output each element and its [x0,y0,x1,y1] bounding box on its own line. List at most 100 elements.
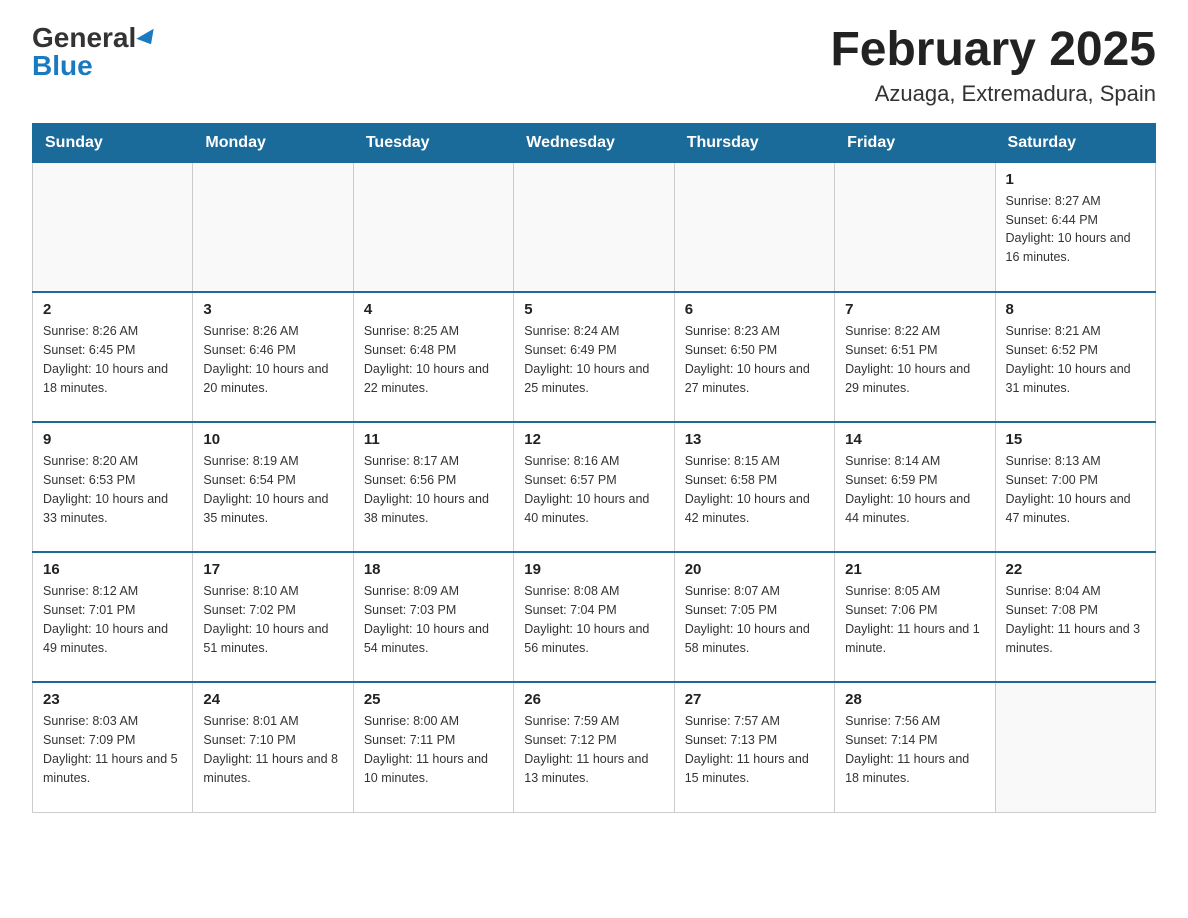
logo-blue: Blue [32,50,93,81]
calendar-week-row: 23Sunrise: 8:03 AMSunset: 7:09 PMDayligh… [33,682,1156,812]
weekday-header-tuesday: Tuesday [353,123,513,162]
calendar-week-row: 9Sunrise: 8:20 AMSunset: 6:53 PMDaylight… [33,422,1156,552]
calendar-title: February 2025 [830,24,1156,77]
weekday-header-monday: Monday [193,123,353,162]
day-info: Sunrise: 8:05 AMSunset: 7:06 PMDaylight:… [845,582,984,657]
day-number: 13 [685,431,824,448]
day-number: 11 [364,431,503,448]
day-info: Sunrise: 8:15 AMSunset: 6:58 PMDaylight:… [685,452,824,527]
weekday-header-saturday: Saturday [995,123,1155,162]
day-number: 7 [845,301,984,318]
calendar-cell [33,162,193,292]
day-number: 1 [1006,171,1145,188]
page-header: General Blue February 2025 Azuaga, Extre… [32,24,1156,107]
day-number: 4 [364,301,503,318]
day-info: Sunrise: 7:59 AMSunset: 7:12 PMDaylight:… [524,712,663,787]
calendar-cell: 2 Sunrise: 8:26 AMSunset: 6:45 PMDaylight… [33,292,193,422]
title-block: February 2025 Azuaga, Extremadura, Spain [830,24,1156,107]
day-number: 23 [43,691,182,708]
calendar-cell: 14Sunrise: 8:14 AMSunset: 6:59 PMDayligh… [835,422,995,552]
day-number: 10 [203,431,342,448]
day-number: 2 [43,301,182,318]
location-subtitle: Azuaga, Extremadura, Spain [830,81,1156,107]
calendar-cell: 11 Sunrise: 8:17 AMSunset: 6:56 PMDayligh… [353,422,513,552]
calendar-cell [514,162,674,292]
calendar-cell [193,162,353,292]
calendar-cell: 6Sunrise: 8:23 AMSunset: 6:50 PMDaylight… [674,292,834,422]
day-info: Sunrise: 8:25 AMSunset: 6:48 PMDaylight:… [364,322,503,397]
day-number: 3 [203,301,342,318]
day-info: Sunrise: 8:17 AMSunset: 6:56 PMDaylight:… [364,452,503,527]
calendar-cell: 4 Sunrise: 8:25 AMSunset: 6:48 PMDaylight… [353,292,513,422]
weekday-header-friday: Friday [835,123,995,162]
day-info: Sunrise: 7:56 AMSunset: 7:14 PMDaylight:… [845,712,984,787]
day-info: Sunrise: 8:12 AMSunset: 7:01 PMDaylight:… [43,582,182,657]
day-number: 28 [845,691,984,708]
day-number: 17 [203,561,342,578]
calendar-week-row: 1 Sunrise: 8:27 AMSunset: 6:44 PMDaylight… [33,162,1156,292]
day-number: 5 [524,301,663,318]
day-number: 6 [685,301,824,318]
day-number: 12 [524,431,663,448]
calendar-cell: 12 Sunrise: 8:16 AMSunset: 6:57 PMDayligh… [514,422,674,552]
logo-general: General [32,22,136,53]
day-number: 15 [1006,431,1145,448]
calendar-cell: 5 Sunrise: 8:24 AMSunset: 6:49 PMDaylight… [514,292,674,422]
day-number: 24 [203,691,342,708]
calendar-cell: 3 Sunrise: 8:26 AMSunset: 6:46 PMDaylight… [193,292,353,422]
day-number: 21 [845,561,984,578]
calendar-cell [995,682,1155,812]
calendar-cell: 21 Sunrise: 8:05 AMSunset: 7:06 PMDayligh… [835,552,995,682]
day-number: 26 [524,691,663,708]
weekday-header-thursday: Thursday [674,123,834,162]
day-info: Sunrise: 7:57 AMSunset: 7:13 PMDaylight:… [685,712,824,787]
day-info: Sunrise: 8:07 AMSunset: 7:05 PMDaylight:… [685,582,824,657]
day-info: Sunrise: 8:04 AMSunset: 7:08 PMDaylight:… [1006,582,1145,657]
calendar-cell: 25 Sunrise: 8:00 AMSunset: 7:11 PMDayligh… [353,682,513,812]
calendar-table: SundayMondayTuesdayWednesdayThursdayFrid… [32,123,1156,813]
day-info: Sunrise: 8:26 AMSunset: 6:46 PMDaylight:… [203,322,342,397]
weekday-header-sunday: Sunday [33,123,193,162]
weekday-header-row: SundayMondayTuesdayWednesdayThursdayFrid… [33,123,1156,162]
day-info: Sunrise: 8:13 AMSunset: 7:00 PMDaylight:… [1006,452,1145,527]
day-number: 27 [685,691,824,708]
calendar-week-row: 2 Sunrise: 8:26 AMSunset: 6:45 PMDaylight… [33,292,1156,422]
day-number: 16 [43,561,182,578]
calendar-cell: 20Sunrise: 8:07 AMSunset: 7:05 PMDayligh… [674,552,834,682]
calendar-cell: 9Sunrise: 8:20 AMSunset: 6:53 PMDaylight… [33,422,193,552]
weekday-header-wednesday: Wednesday [514,123,674,162]
logo-arrow-icon [137,29,160,49]
day-number: 14 [845,431,984,448]
day-number: 19 [524,561,663,578]
calendar-cell: 19 Sunrise: 8:08 AMSunset: 7:04 PMDayligh… [514,552,674,682]
calendar-cell: 24 Sunrise: 8:01 AMSunset: 7:10 PMDayligh… [193,682,353,812]
calendar-cell: 22 Sunrise: 8:04 AMSunset: 7:08 PMDayligh… [995,552,1155,682]
day-number: 8 [1006,301,1145,318]
day-info: Sunrise: 8:00 AMSunset: 7:11 PMDaylight:… [364,712,503,787]
day-info: Sunrise: 8:16 AMSunset: 6:57 PMDaylight:… [524,452,663,527]
day-info: Sunrise: 8:19 AMSunset: 6:54 PMDaylight:… [203,452,342,527]
calendar-cell [835,162,995,292]
calendar-cell: 28 Sunrise: 7:56 AMSunset: 7:14 PMDayligh… [835,682,995,812]
calendar-cell: 26 Sunrise: 7:59 AMSunset: 7:12 PMDayligh… [514,682,674,812]
day-info: Sunrise: 8:08 AMSunset: 7:04 PMDaylight:… [524,582,663,657]
day-info: Sunrise: 8:26 AMSunset: 6:45 PMDaylight:… [43,322,182,397]
day-info: Sunrise: 8:01 AMSunset: 7:10 PMDaylight:… [203,712,342,787]
calendar-cell [674,162,834,292]
day-info: Sunrise: 8:22 AMSunset: 6:51 PMDaylight:… [845,322,984,397]
day-number: 22 [1006,561,1145,578]
calendar-cell: 16 Sunrise: 8:12 AMSunset: 7:01 PMDayligh… [33,552,193,682]
day-info: Sunrise: 8:24 AMSunset: 6:49 PMDaylight:… [524,322,663,397]
calendar-cell: 23Sunrise: 8:03 AMSunset: 7:09 PMDayligh… [33,682,193,812]
day-info: Sunrise: 8:10 AMSunset: 7:02 PMDaylight:… [203,582,342,657]
calendar-week-row: 16 Sunrise: 8:12 AMSunset: 7:01 PMDayligh… [33,552,1156,682]
calendar-cell: 10 Sunrise: 8:19 AMSunset: 6:54 PMDayligh… [193,422,353,552]
day-number: 25 [364,691,503,708]
calendar-cell: 8Sunrise: 8:21 AMSunset: 6:52 PMDaylight… [995,292,1155,422]
calendar-cell: 15 Sunrise: 8:13 AMSunset: 7:00 PMDayligh… [995,422,1155,552]
day-info: Sunrise: 8:27 AMSunset: 6:44 PMDaylight:… [1006,192,1145,267]
calendar-cell: 18Sunrise: 8:09 AMSunset: 7:03 PMDayligh… [353,552,513,682]
day-number: 9 [43,431,182,448]
logo-text: General [32,24,158,52]
calendar-cell: 27 Sunrise: 7:57 AMSunset: 7:13 PMDayligh… [674,682,834,812]
